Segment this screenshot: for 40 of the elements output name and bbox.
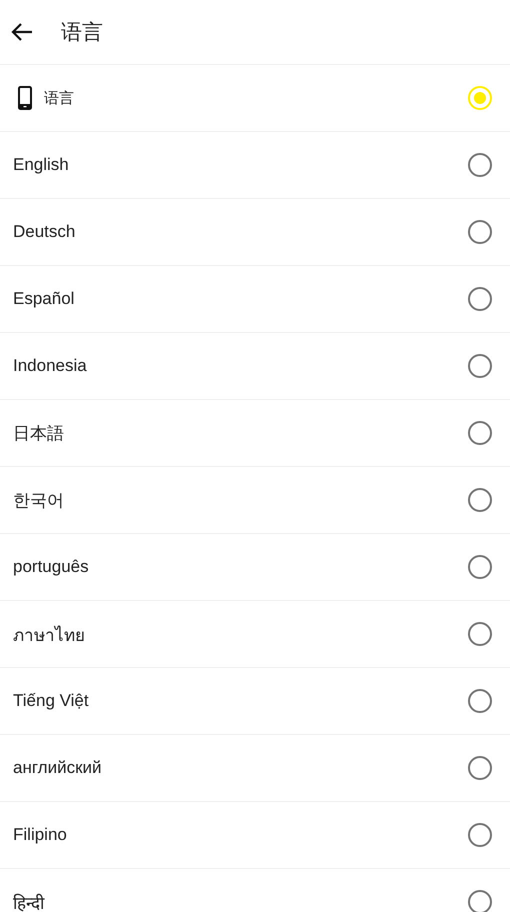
radio-button[interactable] (468, 488, 492, 512)
language-option[interactable]: ภาษาไทย (0, 601, 510, 668)
language-option[interactable]: Deutsch (0, 199, 510, 266)
language-option[interactable]: 日本語 (0, 400, 510, 467)
language-option[interactable]: 语言 (0, 65, 510, 132)
language-option[interactable]: Filipino (0, 802, 510, 869)
phone-icon (18, 86, 32, 110)
radio-button[interactable] (468, 287, 492, 311)
language-label: português (13, 557, 89, 577)
radio-button[interactable] (468, 823, 492, 847)
language-label: Tiếng Việt (13, 691, 89, 711)
page-title: 语言 (61, 19, 103, 46)
language-label: हिन्दी (13, 892, 44, 912)
language-label: Filipino (13, 825, 67, 845)
radio-button[interactable] (468, 153, 492, 177)
radio-button[interactable] (468, 354, 492, 378)
language-label: 한국어 (13, 490, 64, 512)
radio-button[interactable] (468, 421, 492, 445)
language-label: английский (13, 758, 102, 778)
language-option[interactable]: हिन्दी (0, 869, 510, 912)
radio-button[interactable] (468, 689, 492, 713)
language-option[interactable]: Tiếng Việt (0, 668, 510, 735)
language-option[interactable]: английский (0, 735, 510, 802)
language-label: English (13, 155, 69, 175)
language-option[interactable]: português (0, 534, 510, 601)
language-option[interactable]: Español (0, 266, 510, 333)
language-label: Indonesia (13, 356, 87, 376)
language-label: 日本語 (13, 422, 64, 444)
radio-button[interactable] (468, 890, 492, 912)
language-option[interactable]: English (0, 132, 510, 199)
language-option[interactable]: 한국어 (0, 467, 510, 534)
radio-button[interactable] (468, 756, 492, 780)
language-label: Deutsch (13, 222, 76, 242)
language-option[interactable]: Indonesia (0, 333, 510, 400)
radio-button[interactable] (468, 622, 492, 646)
radio-button[interactable] (468, 555, 492, 579)
language-label: ภาษาไทย (13, 624, 85, 646)
language-label: Español (13, 289, 74, 309)
language-label: 语言 (44, 88, 74, 108)
radio-button[interactable] (468, 220, 492, 244)
